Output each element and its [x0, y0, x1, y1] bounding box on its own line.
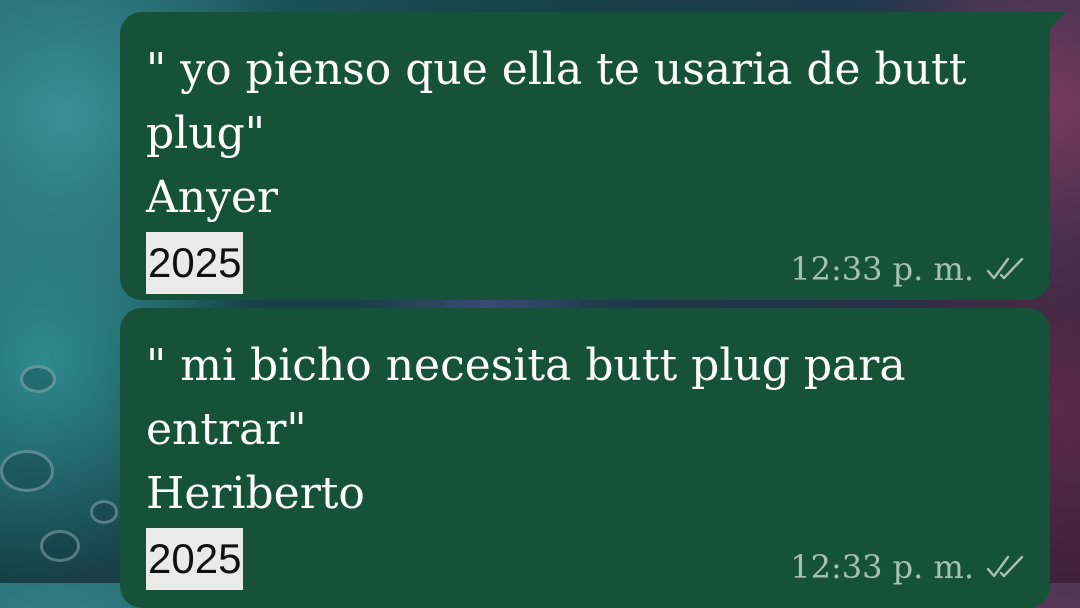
message-author: Anyer [146, 172, 279, 223]
double-check-icon [986, 555, 1024, 578]
highlighted-year: 2025 [146, 528, 244, 590]
water-drop [20, 365, 56, 393]
message-text-line: plug" [146, 108, 265, 159]
message-time: 12:33 p. m. [790, 548, 974, 586]
water-drop [40, 530, 80, 562]
message-bubble[interactable]: " yo pienso que ella te usaria de butt p… [120, 12, 1050, 300]
water-drop [90, 500, 118, 524]
message-author: Heriberto [146, 468, 365, 519]
message-text-line: " mi bicho necesita butt plug para [146, 340, 906, 391]
double-check-icon [986, 257, 1024, 280]
message-text-line: entrar" [146, 404, 307, 455]
message-meta: 12:33 p. m. [790, 548, 1026, 586]
message-time: 12:33 p. m. [790, 250, 974, 288]
highlighted-year: 2025 [146, 232, 244, 294]
message-bubble[interactable]: " mi bicho necesita butt plug para entra… [120, 308, 1050, 608]
water-drop [0, 450, 54, 492]
message-meta: 12:33 p. m. [790, 250, 1026, 288]
message-text-line: " yo pienso que ella te usaria de butt [146, 44, 967, 95]
bubble-tail [1050, 12, 1066, 28]
